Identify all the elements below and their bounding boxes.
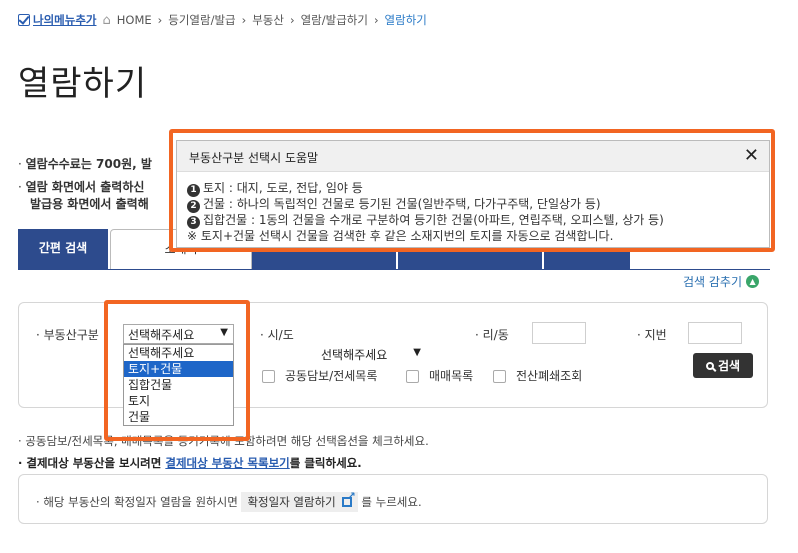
note-suffix: 를 클릭하세요. xyxy=(289,456,362,470)
jibun-label-text: 지번 xyxy=(644,328,667,342)
caret-down-icon: ▼ xyxy=(413,347,421,358)
chevron-up-icon: ▲ xyxy=(746,275,760,288)
help-highlight-box xyxy=(169,129,775,252)
breadcrumb-item[interactable]: 부동산 xyxy=(252,12,284,28)
notice-text: 발급용 화면에서 출력해 xyxy=(30,197,149,211)
external-link-icon xyxy=(341,491,356,507)
breadcrumb-home[interactable]: HOME xyxy=(117,13,152,27)
page-title: 열람하기 xyxy=(18,64,148,104)
tab-simple-search[interactable]: 간편 검색 xyxy=(18,229,108,269)
note-prefix: 결제대상 부동산을 보시려면 xyxy=(26,456,162,470)
ri-dong-input[interactable] xyxy=(532,322,586,344)
payment-list-link[interactable]: 결제대상 부동산 목록보기 xyxy=(165,456,289,470)
dropdown-highlight-box xyxy=(104,300,250,441)
search-button[interactable]: 검색 xyxy=(693,353,753,378)
notice-line: · 열람 화면에서 출력하신 xyxy=(18,180,145,194)
checkbox-label: 공동담보/전세목록 xyxy=(285,369,378,383)
option-checkbox[interactable]: 매매목록 xyxy=(406,367,473,384)
breadcrumb-current: 열람하기 xyxy=(384,13,427,27)
notice-line: 발급용 화면에서 출력해 xyxy=(30,195,149,212)
sido-label: · 시/도 xyxy=(260,328,294,342)
confirm-suffix: 를 누르세요. xyxy=(361,495,422,509)
favorite-label: 나의메뉴추가 xyxy=(33,13,97,27)
search-button-label: 검색 xyxy=(717,359,741,373)
breadcrumb-item[interactable]: 등기열람/발급 xyxy=(168,12,235,28)
type-label: · 부동산구분 xyxy=(36,328,99,342)
notice-line: · 열람수수료는 700원, 발 xyxy=(18,157,152,171)
sido-select[interactable]: 선택해주세요 ▼ xyxy=(316,344,427,364)
checkbox-label: 전산폐쇄조회 xyxy=(516,369,583,383)
search-icon xyxy=(705,361,714,370)
check-icon xyxy=(18,14,30,26)
confirm-prefix: 해당 부동산의 확정일자 열람을 원하시면 xyxy=(43,495,238,509)
sido-value: 선택해주세요 xyxy=(321,348,388,362)
confirm-date-button[interactable]: 확정일자 열람하기 xyxy=(241,491,358,512)
collapse-search-toggle[interactable]: 검색 감추기 ▲ xyxy=(683,273,760,290)
option-checkbox[interactable]: 공동담보/전세목록 xyxy=(262,367,377,384)
confirm-button-label: 확정일자 열람하기 xyxy=(247,495,336,509)
checkbox-label: 매매목록 xyxy=(429,369,474,383)
confirm-date-line: · 해당 부동산의 확정일자 열람을 원하시면 확정일자 열람하기 를 누르세요… xyxy=(36,491,422,512)
ri-label-text: 리/동 xyxy=(482,328,509,342)
sido-label-text: 시/도 xyxy=(267,328,294,342)
home-icon: ⌂ xyxy=(102,12,111,28)
breadcrumb-item[interactable]: 열람/발급하기 xyxy=(301,12,368,28)
type-label-text: 부동산구분 xyxy=(43,328,99,342)
add-favorite-link[interactable]: 나의메뉴추가 xyxy=(18,12,96,28)
notice-text: 열람 화면에서 출력하신 xyxy=(25,180,145,194)
collapse-label: 검색 감추기 xyxy=(683,275,743,289)
note-line: · 결제대상 부동산을 보시려면 결제대상 부동산 목록보기를 클릭하세요. xyxy=(18,456,362,470)
ri-label: · 리/동 xyxy=(475,328,509,342)
jibun-input[interactable] xyxy=(688,322,742,344)
checkbox-box[interactable] xyxy=(493,370,506,383)
checkbox-box[interactable] xyxy=(262,370,275,383)
option-checkbox[interactable]: 전산폐쇄조회 xyxy=(493,367,582,384)
jibun-label: · 지번 xyxy=(637,328,667,342)
checkbox-box[interactable] xyxy=(406,370,419,383)
breadcrumb: 나의메뉴추가 ⌂ HOME › 등기열람/발급 › 부동산 › 열람/발급하기 … xyxy=(18,10,427,30)
notice-text: 열람수수료는 700원, 발 xyxy=(25,157,152,171)
